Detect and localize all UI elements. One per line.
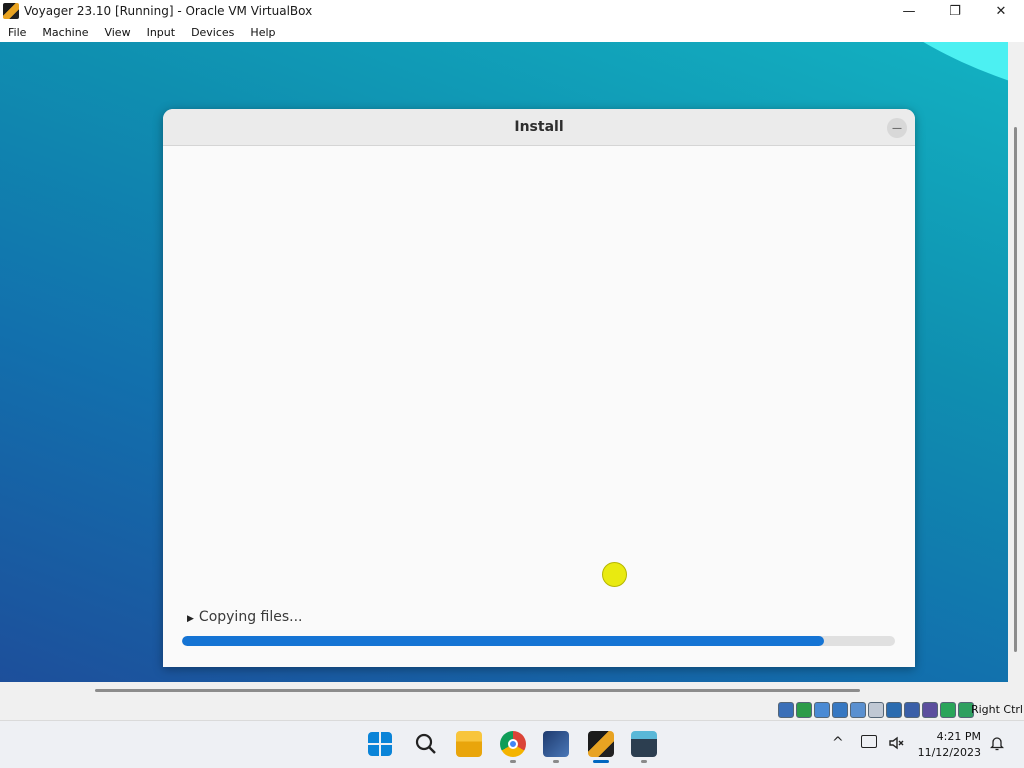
host-title-bar: Voyager 23.10 [Running] - Oracle VM Virt… [0,0,1024,22]
status-icons [778,702,974,718]
display-icon[interactable] [886,702,902,718]
virtualbox-indicator [553,760,559,763]
optical-drive-icon[interactable] [796,702,812,718]
progress-fill [182,636,824,646]
menu-view[interactable]: View [96,26,138,39]
menu-devices[interactable]: Devices [183,26,242,39]
status-text: Copying files... [198,609,303,625]
audio-icon[interactable] [814,702,830,718]
minimize-button[interactable]: — [886,0,932,22]
taskbar: ^ 4:21 PM 11/12/2023 [0,720,1024,768]
horizontal-scrollbar[interactable] [0,682,1024,700]
vertical-scroll-thumb[interactable] [1014,127,1017,652]
shared-folders-icon[interactable] [868,702,884,718]
mouse-cursor-highlight [602,562,627,587]
menu-machine[interactable]: Machine [34,26,96,39]
virtualization-icon[interactable] [922,702,938,718]
recording-icon[interactable] [904,702,920,718]
search-icon[interactable] [413,731,439,757]
vbox-status-bar: Right Ctrl [0,700,1024,720]
notification-bell-icon[interactable] [989,735,1005,755]
clock[interactable]: 4:21 PM 11/12/2023 [918,729,981,761]
tray-chevron-icon[interactable]: ^ [832,735,844,751]
installer-title: Install [514,119,564,135]
menu-file[interactable]: File [0,26,34,39]
window-controls: — ❐ ✕ [886,0,1024,22]
clock-date: 11/12/2023 [917,746,981,759]
installer-minimize-button[interactable]: — [887,118,907,138]
voyager-vm-icon[interactable] [588,731,614,757]
vertical-scrollbar[interactable] [1008,42,1024,682]
usb-icon[interactable] [850,702,866,718]
window-title: Voyager 23.10 [Running] - Oracle VM Virt… [24,4,313,18]
virtualbox-vm-icon [3,3,19,19]
start-icon[interactable] [368,732,392,756]
maximize-button[interactable]: ❐ [932,0,978,22]
menubar: File Machine View Input Devices Help [0,22,1024,42]
clock-time: 4:21 PM [936,730,981,743]
volume-muted-icon[interactable] [888,735,904,755]
terminal-icon[interactable] [631,731,657,757]
network-tray-icon[interactable] [861,735,877,748]
terminal-indicator [641,760,647,763]
virtualbox-icon[interactable] [543,731,569,757]
chrome-icon[interactable] [500,731,526,757]
mouse-integration-icon[interactable] [940,702,956,718]
menu-help[interactable]: Help [242,26,283,39]
chrome-indicator [510,760,516,763]
host-key-label: Right Ctrl [970,703,1023,716]
hard-disk-icon[interactable] [778,702,794,718]
close-button[interactable]: ✕ [978,0,1024,22]
horizontal-scroll-thumb[interactable] [95,689,860,692]
installer-window: Install — ▶ Copying files... [163,109,915,667]
progress-bar [182,636,895,646]
network-icon[interactable] [832,702,848,718]
menu-input[interactable]: Input [139,26,183,39]
installer-header: Install — [163,109,915,146]
status-expander[interactable]: ▶ Copying files... [187,609,303,625]
vm-display[interactable]: Install — ▶ Copying files... [0,42,1008,682]
expander-arrow-icon: ▶ [187,614,194,624]
file-explorer-icon[interactable] [456,731,482,757]
voyager-vm-indicator [593,760,609,763]
